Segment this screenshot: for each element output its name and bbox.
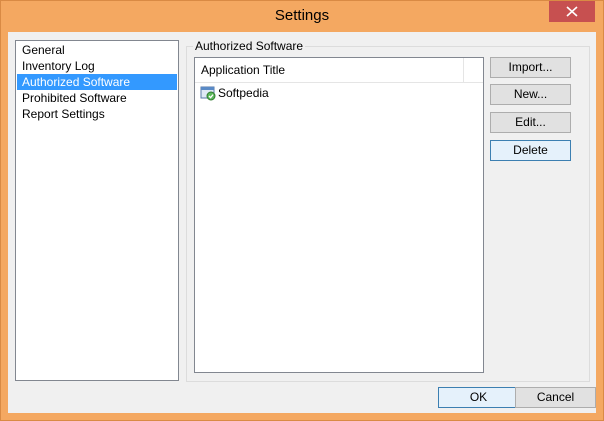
- software-list[interactable]: Application Title Softpedia: [194, 57, 484, 373]
- close-button[interactable]: [549, 1, 595, 22]
- window-title: Settings: [274, 7, 330, 24]
- close-icon: [549, 1, 595, 22]
- nav-item-general[interactable]: General: [17, 42, 177, 58]
- authorized-software-group: Authorized Software Application Title So…: [186, 39, 590, 382]
- edit-button[interactable]: Edit...: [490, 112, 571, 133]
- settings-category-list[interactable]: General Inventory Log Authorized Softwar…: [15, 40, 179, 381]
- column-header-application-title[interactable]: Application Title: [195, 58, 464, 82]
- nav-item-report-settings[interactable]: Report Settings: [17, 106, 177, 122]
- delete-button[interactable]: Delete: [490, 140, 571, 161]
- settings-window: Settings General Inventory Log Authorize…: [0, 0, 604, 421]
- list-header: Application Title: [195, 58, 483, 83]
- nav-item-inventory-log[interactable]: Inventory Log: [17, 58, 177, 74]
- nav-item-prohibited-software[interactable]: Prohibited Software: [17, 90, 177, 106]
- application-icon: [200, 85, 216, 101]
- dialog-body: General Inventory Log Authorized Softwar…: [8, 32, 596, 413]
- new-button[interactable]: New...: [490, 84, 571, 105]
- group-label: Authorized Software: [193, 39, 306, 53]
- list-item-title: Softpedia: [218, 86, 269, 100]
- list-item[interactable]: Softpedia: [200, 84, 269, 102]
- ok-button[interactable]: OK: [438, 387, 519, 408]
- title-bar[interactable]: Settings: [1, 1, 603, 32]
- cancel-button[interactable]: Cancel: [515, 387, 596, 408]
- import-button[interactable]: Import...: [490, 57, 571, 78]
- nav-item-authorized-software[interactable]: Authorized Software: [17, 74, 177, 90]
